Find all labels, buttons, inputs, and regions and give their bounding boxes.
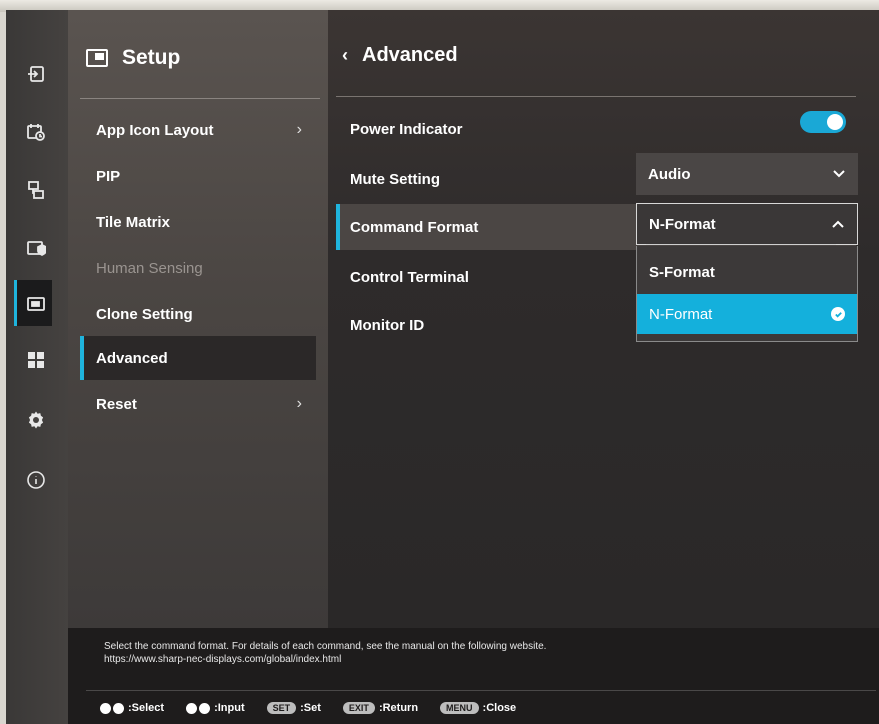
setting-label: Power Indicator: [350, 120, 463, 138]
info-icon[interactable]: [18, 462, 54, 498]
chevron-right-icon: ›: [296, 121, 302, 138]
menu-item-label: Advanced: [96, 349, 168, 367]
help-description: Select the command format. For details o…: [104, 641, 547, 652]
up-down-keys-icon: [100, 702, 124, 714]
back-chevron-icon[interactable]: ‹: [342, 45, 348, 66]
display-icon[interactable]: [18, 172, 54, 208]
key-select: :Select: [100, 702, 164, 714]
key-input: :Input: [186, 702, 245, 714]
divider: [86, 690, 876, 691]
dropdown-value: Audio: [648, 165, 691, 183]
menu-item-label: Human Sensing: [96, 259, 203, 277]
chevron-down-icon: [833, 170, 845, 178]
menu-item-label: Tile Matrix: [96, 213, 170, 231]
menu-item-label: Clone Setting: [96, 305, 193, 323]
chevron-up-icon: [832, 220, 844, 228]
setup-icon[interactable]: [18, 286, 54, 322]
menu-item-clone-setting[interactable]: Clone Setting: [80, 292, 316, 336]
menu-key-badge: MENU: [440, 702, 479, 714]
input-icon[interactable]: [18, 56, 54, 92]
menu-item-label: App Icon Layout: [96, 121, 214, 139]
command-format-dropdown[interactable]: N-Format: [636, 203, 858, 245]
dropdown-underline: [646, 244, 836, 245]
setting-label: Monitor ID: [350, 316, 425, 334]
apps-icon[interactable]: [18, 342, 54, 378]
help-url: https://www.sharp-nec-displays.com/globa…: [104, 654, 342, 665]
key-menu: MENU :Close: [440, 702, 516, 714]
set-key-badge: SET: [266, 702, 297, 714]
key-set: SET :Set: [266, 702, 321, 714]
menu-item-label: PIP: [96, 167, 121, 185]
settings-gear-icon[interactable]: [18, 402, 54, 438]
dropdown-value: N-Format: [649, 215, 716, 233]
setting-power-indicator[interactable]: Power Indicator: [336, 106, 856, 152]
setting-control-terminal[interactable]: Control Terminal: [336, 254, 856, 300]
power-indicator-toggle[interactable]: [800, 111, 846, 133]
menu-item-reset[interactable]: Reset ›: [80, 382, 316, 426]
toggle-knob: [827, 114, 843, 130]
exit-key-badge: EXIT: [342, 702, 375, 714]
key-label: :Select: [128, 702, 165, 714]
advanced-header: ‹ Advanced: [342, 44, 458, 67]
help-text-area: Select the command format. For details o…: [68, 628, 879, 692]
key-label: :Set: [300, 702, 321, 714]
left-right-keys-icon: [186, 702, 211, 714]
menu-item-advanced[interactable]: Advanced: [80, 336, 316, 380]
key-label: :Return: [378, 702, 419, 714]
menu-item-app-icon-layout[interactable]: App Icon Layout ›: [80, 108, 316, 152]
key-label: :Input: [214, 702, 245, 714]
section-title: Advanced: [362, 44, 458, 66]
schedule-icon[interactable]: [18, 114, 54, 150]
mute-setting-dropdown[interactable]: Audio: [636, 153, 858, 195]
setting-label: Mute Setting: [350, 170, 440, 188]
advanced-panel: ‹ Advanced Power Indicator Mute Setting …: [328, 10, 879, 628]
menu-item-human-sensing: Human Sensing: [80, 246, 316, 290]
osd-screen: Setup App Icon Layout › PIP Tile Matrix …: [6, 10, 879, 724]
menu-item-label: Reset: [96, 395, 137, 413]
icon-rail: [6, 10, 68, 724]
menu-item-tile-matrix[interactable]: Tile Matrix: [80, 200, 316, 244]
divider: [336, 96, 856, 97]
divider: [80, 98, 320, 99]
key-guide-bar: :Select :Input SET :Set EXIT :Return MEN…: [68, 692, 879, 724]
setting-label: Command Format: [350, 218, 479, 236]
setup-header: Setup: [86, 46, 180, 70]
setting-monitor-id[interactable]: Monitor ID: [336, 302, 856, 348]
key-label: :Close: [482, 702, 517, 714]
chevron-right-icon: ›: [296, 395, 302, 412]
setting-label: Control Terminal: [350, 268, 469, 286]
page-title: Setup: [122, 46, 181, 69]
protect-icon[interactable]: [18, 230, 54, 266]
setup-menu-panel: Setup App Icon Layout › PIP Tile Matrix …: [68, 10, 328, 628]
key-exit: EXIT :Return: [342, 702, 419, 714]
menu-item-pip[interactable]: PIP: [80, 154, 316, 198]
setup-header-icon: [86, 49, 108, 67]
